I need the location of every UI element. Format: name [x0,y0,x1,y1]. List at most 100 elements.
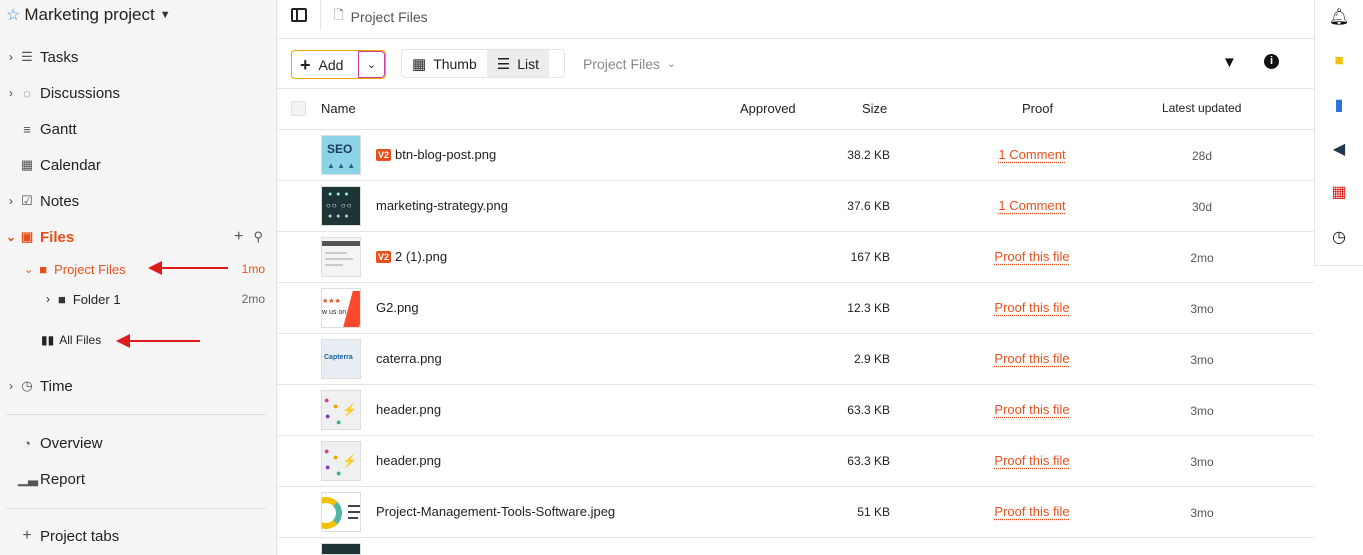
list-view-button[interactable]: ☰ List [486,50,550,77]
proof-link[interactable]: Proof this file [967,249,1097,264]
chevron-right-icon[interactable]: › [0,50,18,64]
nav-item-overview[interactable]: ◔ Overview [0,431,277,455]
calendar-icon[interactable]: ▦ [1328,182,1350,202]
chevron-right-icon[interactable]: › [0,194,18,208]
proof-link[interactable]: 1 Comment [967,147,1097,162]
file-name[interactable]: V2 btn-blog-post.png [376,147,496,162]
chevron-down-icon[interactable]: ⌄ [24,263,33,276]
nav-label: Gantt [40,120,77,138]
nav-item-files[interactable]: ⌄ ▣ Files + ⚲ [0,225,277,249]
select-all-checkbox[interactable] [291,101,306,116]
project-title-dropdown[interactable]: ☆ Marketing project ▼ [6,5,171,25]
proof-link[interactable]: Proof this file [967,351,1097,366]
file-icon: 🗋 [334,8,344,22]
file-name[interactable]: G2.png [376,300,419,315]
col-approved[interactable]: Approved [740,101,796,116]
tree-item-folder-1[interactable]: › ■ Folder 1 [46,288,121,310]
clock-icon: ◷ [21,378,33,393]
table-row[interactable]: SEO ▲ ▲ ▲ V2 btn-blog-post.png 38.2 KB 1… [277,130,1314,181]
star-icon[interactable]: ☆ [6,5,20,25]
chevron-right-icon[interactable]: › [0,86,18,100]
file-size: 51 KB [857,505,890,519]
proof-link[interactable]: Proof this file [967,453,1097,468]
chevron-right-icon[interactable]: › [46,292,50,306]
nav-item-gantt[interactable]: ≡ Gantt [0,117,277,141]
tree-item-project-files[interactable]: ⌄ ■ Project Files [24,258,126,280]
file-thumbnail[interactable]: ● ● ● ⚡ ● [321,441,361,481]
file-thumbnail[interactable]: ● ● ● ⚡ ● [321,390,361,430]
file-thumbnail[interactable]: SEO ▲ ▲ ▲ [321,135,361,175]
col-updated[interactable]: Latest updated [1162,101,1241,115]
clock-check-icon[interactable]: ◷ [1328,227,1350,247]
sidebar-toggle-icon[interactable] [291,8,307,22]
table-row[interactable]: Capterra caterra.png 2.9 KB Proof this f… [277,334,1314,385]
chevron-down-icon[interactable]: ⌄ [0,230,18,244]
gantt-icon: ≡ [23,121,31,137]
thumb-view-button[interactable]: ▦ Thumb [402,50,487,77]
tree-item-label: All Files [59,333,102,347]
proof-link[interactable]: Proof this file [967,402,1097,417]
file-size: 2.9 KB [853,352,890,366]
nav-item-notes[interactable]: › ☑ Notes [0,189,277,213]
chevron-right-icon[interactable]: › [0,379,18,393]
proof-link[interactable]: Proof this file [967,504,1097,519]
top-bar: 🗋 Project Files [277,0,1314,39]
col-proof[interactable]: Proof [1022,101,1053,116]
chevron-down-icon: ▼ [159,9,171,21]
file-thumbnail[interactable]: ● ● ● ○○ ○○ ● ● ● [321,186,361,226]
nav-item-calendar[interactable]: ▦ Calendar [0,153,277,177]
bell-icon[interactable]: 🔔︎ [1328,7,1350,27]
file-thumbnail[interactable] [321,543,361,555]
project-tabs-button[interactable]: + Project tabs [0,524,277,548]
table-row[interactable]: ● ● ● ○○ ○○ ● ● ● marketing-strategy.png… [277,181,1314,232]
thumb-text: SEO [327,142,353,156]
file-thumbnail[interactable]: ★★★ w us on [321,288,361,328]
sticky-note-icon[interactable]: ■ [1328,52,1350,69]
col-size[interactable]: Size [862,101,887,116]
file-thumbnail[interactable]: Capterra [321,339,361,379]
chevron-down-icon: ⌄ [366,59,377,71]
add-dropdown-button[interactable]: ⌄ [359,51,385,78]
gauge-icon: ◔ [23,435,31,451]
file-size: 38.2 KB [847,148,890,162]
search-icon[interactable]: ⚲ [253,229,263,245]
nav-item-discussions[interactable]: › ◌ Discussions [0,81,277,105]
nav-item-time[interactable]: › ◷ Time [0,374,277,398]
updated-time: 3mo [1190,404,1214,418]
table-row[interactable]: Project-Management-Tools-Software.jpeg 5… [277,487,1314,538]
table-row[interactable]: ● ● ● ⚡ ● header.png 63.3 KB Proof this … [277,385,1314,436]
nav-label: Discussions [40,84,121,102]
nav-item-report[interactable]: ▁▃ Report [0,467,277,491]
file-name[interactable]: caterra.png [376,351,442,366]
proof-link[interactable]: Proof this file [967,300,1097,315]
file-thumbnail[interactable] [321,492,361,532]
table-row[interactable]: ★★★ w us on G2.png 12.3 KB Proof this fi… [277,283,1314,334]
table-row[interactable]: V2 2 (1).png 167 KB Proof this file 2mo [277,232,1314,283]
file-name[interactable]: marketing-strategy.png [376,198,508,213]
grid-icon: ▦ [412,55,427,73]
file-thumbnail[interactable] [321,237,361,277]
updated-time: 28d [1191,149,1213,163]
file-name[interactable]: Project-Management-Tools-Software.jpeg [376,504,615,519]
plus-icon[interactable]: + [234,228,243,246]
file-name[interactable]: header.png [376,453,441,468]
megaphone-icon[interactable]: ◀ [1328,139,1350,159]
filter-icon[interactable]: ▼ [1222,54,1237,71]
list-icon: ☰ [496,55,511,73]
file-name[interactable]: header.png [376,402,441,417]
table-row[interactable] [277,538,1314,555]
file-size: 167 KB [850,250,890,264]
add-button[interactable]: + Add [292,51,359,78]
tree-item-updated: 1mo [241,262,265,276]
file-name[interactable]: V2 2 (1).png [376,249,447,264]
folder-select[interactable]: Project Files ⌄ [583,56,675,72]
proof-link[interactable]: 1 Comment [967,198,1097,213]
nav-item-tasks[interactable]: › ☰ Tasks [0,45,277,69]
file-size: 37.6 KB [847,199,890,213]
view-toggle: ▦ Thumb ☰ List [401,49,565,78]
tree-item-all-files[interactable]: ▮▮ All Files [41,329,101,351]
info-icon[interactable]: i [1264,54,1279,69]
bookmark-icon[interactable]: ▮ [1328,95,1350,115]
col-name[interactable]: Name [321,101,356,116]
table-row[interactable]: ● ● ● ⚡ ● header.png 63.3 KB Proof this … [277,436,1314,487]
